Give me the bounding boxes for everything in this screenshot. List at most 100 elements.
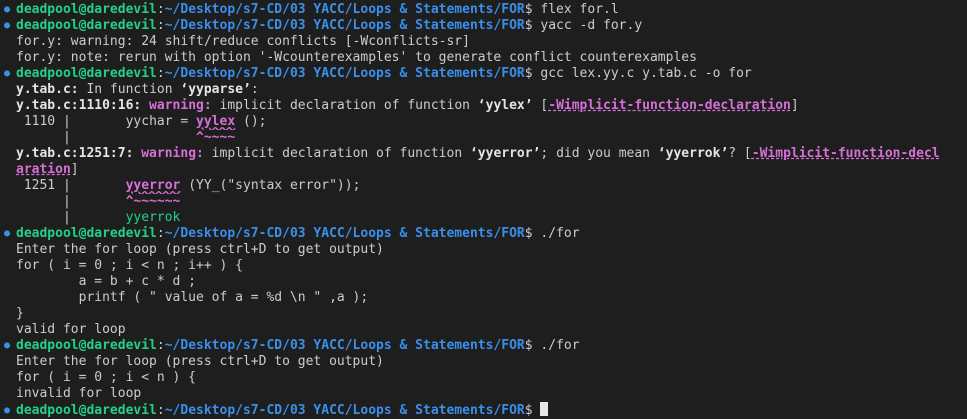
output-text: Enter the for loop (press ctrl+D to get … (16, 242, 384, 257)
caret-marker: ^~~~~ (196, 130, 236, 145)
output-line: for ( i = 0 ; i < n ; i++ ) { (4, 258, 963, 274)
prompt-sep: : (156, 66, 165, 81)
command-text: ./for (540, 338, 580, 353)
gcc-flag-link[interactable]: -Wimplicit-function-decl (752, 146, 940, 161)
prompt-line: deadpool@daredevil:~/Desktop/s7-CD/03 YA… (4, 66, 963, 82)
active-prompt-line[interactable]: deadpool@daredevil:~/Desktop/s7-CD/03 YA… (4, 402, 963, 418)
prompt-sep: : (156, 226, 165, 241)
source-gutter: | (16, 210, 71, 225)
gcc-text: ; did you mean (540, 146, 658, 161)
source-highlight: yyerror (125, 178, 181, 193)
prompt-symbol: $ (524, 66, 541, 81)
source-text (71, 178, 126, 193)
caret-pad (71, 194, 126, 209)
prompt-line: deadpool@daredevil:~/Desktop/s7-CD/03 YA… (4, 18, 963, 34)
caret-marker: ^~~~~~~ (125, 194, 181, 209)
prompt-line: deadpool@daredevil:~/Desktop/s7-CD/03 YA… (4, 338, 963, 354)
command-status-dot-icon[interactable] (4, 226, 16, 242)
gcc-text: ] (790, 98, 799, 113)
output-line: printf ( " value of a = %d \n " ,a ); (4, 290, 963, 306)
source-text: (); (235, 114, 267, 129)
output-text: for.y: warning: 24 shift/reduce conflict… (16, 34, 470, 49)
output-line: for ( i = 0 ; i < n ) { (4, 370, 963, 386)
gcc-text: implicit declaration of function (211, 98, 478, 113)
prompt-sep: : (156, 18, 165, 33)
gcc-warning-wrap-line: aration] (4, 162, 963, 178)
output-line: for.y: note: rerun with option '-Wcounte… (4, 50, 963, 66)
prompt-user: deadpool@daredevil (16, 403, 157, 418)
output-line: for.y: warning: 24 shift/reduce conflict… (4, 34, 963, 50)
output-text: Enter the for loop (press ctrl+D to get … (16, 354, 384, 369)
gcc-text: : (250, 82, 259, 97)
source-line-number: 1251 | (16, 178, 71, 193)
output-text: a = b + c * d ; (16, 274, 197, 289)
gcc-caret-line: | ^~~~~~~ (4, 194, 963, 210)
prompt-cwd: ~/Desktop/s7-CD/03 YACC/Loops & Statemen… (164, 403, 525, 418)
output-text: invalid for loop (16, 386, 142, 401)
gcc-suggestion: ‘yyerrok’ (657, 146, 729, 161)
output-line: invalid for loop (4, 386, 963, 402)
prompt-symbol: $ (524, 403, 541, 418)
output-text: for.y: note: rerun with option '-Wcounte… (16, 50, 697, 65)
gcc-text: ] (70, 162, 79, 177)
source-highlight: yylex (196, 114, 236, 129)
gcc-flag-link[interactable]: -Wimplicit-function-declaration (548, 98, 791, 113)
command-text: flex for.l (540, 2, 619, 17)
command-text: yacc -d for.y (540, 18, 643, 33)
command-status-dot-icon[interactable] (4, 18, 16, 34)
fixit-pad (71, 210, 126, 225)
source-gutter: | (16, 130, 71, 145)
gcc-in-function-line: y.tab.c: In function ‘yyparse’: (4, 82, 963, 98)
output-text: printf ( " value of a = %d \n " ,a ); (16, 290, 369, 305)
gcc-function-name: ‘yyerror’ (469, 146, 541, 161)
output-text: for ( i = 0 ; i < n ; i++ ) { (16, 258, 243, 273)
prompt-sep: : (156, 338, 165, 353)
gcc-source-line: 1251 | yyerror (YY_("syntax error")); (4, 178, 963, 194)
gcc-caret-line: | ^~~~~ (4, 130, 963, 146)
prompt-line: deadpool@daredevil:~/Desktop/s7-CD/03 YA… (4, 2, 963, 18)
gcc-source-line: 1110 | yychar = yylex (); (4, 114, 963, 130)
output-text: for ( i = 0 ; i < n ) { (16, 370, 197, 385)
prompt-sep: : (156, 2, 165, 17)
gcc-warning-line: y.tab.c:1110:16: warning: implicit decla… (4, 98, 963, 114)
gcc-function-name: ‘yylex’ (477, 98, 533, 113)
prompt-user: deadpool@daredevil (16, 18, 157, 33)
output-line: } (4, 306, 963, 322)
gcc-text: implicit declaration of function (203, 146, 470, 161)
prompt-cwd: ~/Desktop/s7-CD/03 YACC/Loops & Statemen… (164, 338, 525, 353)
prompt-user: deadpool@daredevil (16, 338, 157, 353)
prompt-cwd: ~/Desktop/s7-CD/03 YACC/Loops & Statemen… (164, 18, 525, 33)
prompt-user: deadpool@daredevil (16, 66, 157, 81)
source-text: yychar = (70, 114, 197, 129)
prompt-user: deadpool@daredevil (16, 2, 157, 17)
prompt-line: deadpool@daredevil:~/Desktop/s7-CD/03 YA… (4, 226, 963, 242)
gcc-function-name: ‘yyparse’ (180, 82, 251, 97)
command-status-dot-icon[interactable] (4, 338, 16, 354)
command-status-dot-icon[interactable] (4, 2, 16, 18)
prompt-cwd: ~/Desktop/s7-CD/03 YACC/Loops & Statemen… (164, 2, 525, 17)
source-text: (YY_("syntax error")); (180, 178, 361, 193)
command-status-dot-icon[interactable] (4, 66, 16, 82)
terminal[interactable]: deadpool@daredevil:~/Desktop/s7-CD/03 YA… (0, 0, 967, 419)
prompt-symbol: $ (524, 2, 541, 17)
gcc-text: In function (78, 82, 181, 97)
prompt-symbol: $ (524, 226, 541, 241)
gcc-text: [ (532, 98, 549, 113)
gcc-text: ? [ (728, 146, 752, 161)
gcc-flag-link[interactable]: aration (16, 162, 71, 177)
prompt-user: deadpool@daredevil (16, 226, 157, 241)
prompt-cwd: ~/Desktop/s7-CD/03 YACC/Loops & Statemen… (164, 226, 525, 241)
output-text: valid for loop (16, 322, 126, 337)
output-line: valid for loop (4, 322, 963, 338)
output-line: Enter the for loop (press ctrl+D to get … (4, 354, 963, 370)
gcc-warning-label: warning: (141, 98, 212, 113)
prompt-sep: : (156, 403, 165, 418)
caret-pad (71, 130, 196, 145)
source-gutter: | (16, 194, 71, 209)
output-line: Enter the for loop (press ctrl+D to get … (4, 242, 963, 258)
prompt-cwd: ~/Desktop/s7-CD/03 YACC/Loops & Statemen… (164, 66, 525, 81)
terminal-cursor[interactable] (540, 402, 549, 416)
command-status-dot-icon[interactable] (4, 403, 16, 418)
gcc-warning-label: warning: (133, 146, 204, 161)
gcc-warning-line: y.tab.c:1251:7: warning: implicit declar… (4, 146, 963, 162)
